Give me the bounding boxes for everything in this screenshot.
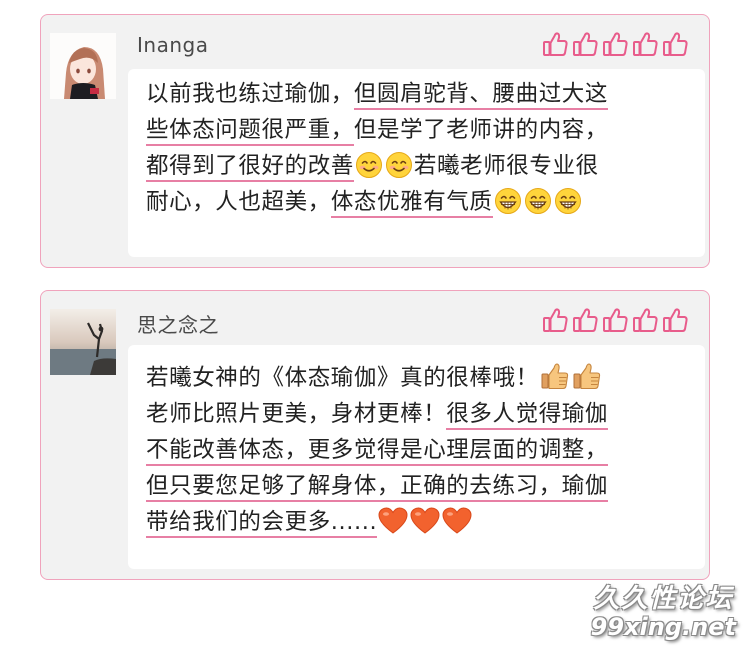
thumbs-up-outline-icon <box>543 32 568 56</box>
highlighted-text: 很多人觉得瑜伽 <box>446 401 609 430</box>
comment-line: 不能改善体态，更多觉得是心理层面的调整， <box>146 432 693 468</box>
comment-body: 以前我也练过瑜伽，但圆肩驼背、腰曲过大这 些体态问题很严重，但是学了老师讲的内容，… <box>128 69 705 257</box>
comment-body: 若曦女神的《体态瑜伽》真的很棒哦！ 老师比照片更美，身材更棒！很多人觉得瑜伽不能改… <box>128 345 705 569</box>
thumbs-up-outline-icon <box>663 308 688 332</box>
grin-emoji-icon <box>554 187 582 215</box>
site-watermark: 久久性论坛 99xing.net <box>591 584 736 640</box>
highlighted-text: 带给我们的会更多...... <box>146 509 378 538</box>
avatar[interactable] <box>50 33 116 99</box>
thumbs-up-outline-icon <box>633 308 658 332</box>
like-rating <box>542 31 689 58</box>
comment-card: Inanga 以前我也练过瑜伽，但圆肩驼背、腰曲过大这 些体态问题很严重，但是学了… <box>40 14 710 268</box>
comment-line: 老师比照片更美，身材更棒！很多人觉得瑜伽 <box>146 396 693 432</box>
heart-emoji-icon <box>378 507 408 535</box>
highlighted-text: 但只要您足够了解身体，正确的去练习，瑜伽 <box>146 473 609 502</box>
thumbs-up-outline-icon <box>633 32 658 56</box>
thumbs-up-outline-icon <box>603 32 628 56</box>
grin-emoji-icon <box>494 187 522 215</box>
smile-emoji-icon <box>385 151 413 179</box>
highlighted-text: 体态优雅有气质 <box>330 189 493 218</box>
comment-text: 以前我也练过瑜伽， <box>146 81 354 107</box>
comment-text: 耐心，人也超美， <box>146 189 331 215</box>
username[interactable]: Inanga <box>137 33 208 57</box>
comment-text: 若曦老师很专业很 <box>413 153 599 179</box>
highlighted-text: 不能改善体态，更多觉得是心理层面的调整， <box>146 437 609 466</box>
comment-line: 都得到了很好的改善 若曦老师很专业很 <box>146 148 693 184</box>
smile-emoji-icon <box>355 151 383 179</box>
avatar[interactable] <box>50 309 116 375</box>
thumbs-up-outline-icon <box>573 32 598 56</box>
like-rating <box>542 307 689 334</box>
comment-line: 但只要您足够了解身体，正确的去练习，瑜伽 <box>146 468 693 504</box>
comment-text: 但是学了老师讲的内容， <box>353 117 609 143</box>
comment-text: 若曦女神的《体态瑜伽》真的很棒哦！ <box>146 365 539 391</box>
highlighted-text: 但圆肩驼背、腰曲过大这 <box>353 81 609 110</box>
thumbs-up-emoji-icon <box>572 361 602 391</box>
highlighted-text: 些体态问题很严重， <box>146 117 354 146</box>
comment-line: 耐心，人也超美，体态优雅有气质 <box>146 184 693 220</box>
comment-line: 些体态问题很严重，但是学了老师讲的内容， <box>146 112 693 148</box>
highlighted-text: 都得到了很好的改善 <box>146 153 354 182</box>
comment-line: 若曦女神的《体态瑜伽》真的很棒哦！ <box>146 360 693 396</box>
thumbs-up-emoji-icon <box>540 361 570 391</box>
comment-line: 以前我也练过瑜伽，但圆肩驼背、腰曲过大这 <box>146 76 693 112</box>
thumbs-up-outline-icon <box>663 32 688 56</box>
watermark-url: 99xing.net <box>590 613 736 641</box>
thumbs-up-outline-icon <box>543 308 568 332</box>
heart-emoji-icon <box>442 507 472 535</box>
username[interactable]: 思之念之 <box>137 309 219 338</box>
comment-card: 思之念之 若曦女神的《体态瑜伽》真的很棒哦！ 老师比照片更美，身材更棒！很多人觉得… <box>40 290 710 580</box>
watermark-title: 久久性论坛 <box>593 584 734 614</box>
thumbs-up-outline-icon <box>573 308 598 332</box>
heart-emoji-icon <box>410 507 440 535</box>
thumbs-up-outline-icon <box>603 308 628 332</box>
comment-text: 老师比照片更美，身材更棒！ <box>146 401 447 427</box>
comment-line: 带给我们的会更多...... <box>146 504 693 540</box>
grin-emoji-icon <box>524 187 552 215</box>
